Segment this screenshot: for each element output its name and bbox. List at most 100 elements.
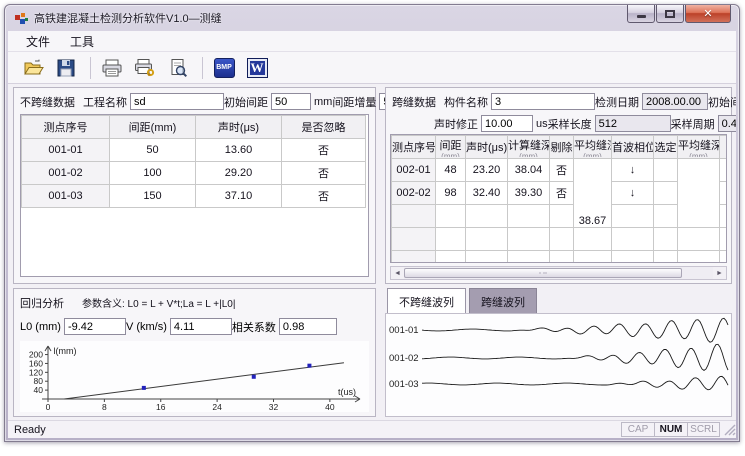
table-cell[interactable]: 否 bbox=[282, 139, 366, 162]
open-button[interactable] bbox=[18, 55, 48, 81]
table-row[interactable]: 001-0315037.10否 bbox=[22, 185, 366, 208]
scrollbar-thumb[interactable] bbox=[404, 268, 682, 278]
table-cell[interactable] bbox=[574, 251, 612, 264]
column-header[interactable]: 计算缝深(mm) bbox=[508, 136, 550, 159]
table-cell[interactable]: 100 bbox=[110, 162, 196, 185]
table-row[interactable]: 001-0210029.20否 bbox=[22, 162, 366, 185]
table-cell[interactable]: 48 bbox=[436, 159, 466, 182]
table-cell[interactable] bbox=[720, 251, 728, 264]
table-cell[interactable] bbox=[392, 228, 436, 251]
table-cell[interactable]: 98 bbox=[436, 182, 466, 205]
table-cell[interactable]: 001-03 bbox=[22, 185, 110, 208]
table-cell[interactable] bbox=[392, 251, 436, 264]
table-cell[interactable] bbox=[550, 251, 574, 264]
minimize-button[interactable] bbox=[627, 5, 655, 23]
table-cell[interactable]: 38.04 bbox=[508, 159, 550, 182]
table-cell[interactable]: 002-01 bbox=[392, 159, 436, 182]
table-row[interactable]: 001-015013.60否 bbox=[22, 139, 366, 162]
component-name-input[interactable] bbox=[491, 93, 595, 110]
table-cell[interactable]: 13.60 bbox=[196, 139, 282, 162]
table-cell[interactable] bbox=[508, 205, 550, 228]
scroll-right-arrow[interactable]: ► bbox=[713, 267, 726, 279]
table-row[interactable] bbox=[392, 228, 728, 251]
table-cell[interactable] bbox=[720, 182, 728, 205]
column-header[interactable]: 声时(μs) bbox=[466, 136, 508, 159]
table-cell[interactable]: 否 bbox=[282, 185, 366, 208]
menu-tools[interactable]: 工具 bbox=[62, 31, 102, 52]
table-cell[interactable] bbox=[678, 251, 720, 264]
column-header[interactable]: 选定 bbox=[654, 136, 678, 159]
table-cell[interactable] bbox=[720, 228, 728, 251]
table-cell[interactable] bbox=[550, 228, 574, 251]
table-cell[interactable] bbox=[466, 251, 508, 264]
sample-length-input[interactable] bbox=[595, 115, 671, 132]
table-cell[interactable] bbox=[654, 205, 678, 228]
table-cell[interactable] bbox=[612, 228, 654, 251]
table-row[interactable] bbox=[392, 251, 728, 264]
table-cell[interactable]: 150 bbox=[110, 185, 196, 208]
table-cell[interactable]: 38.67 bbox=[574, 159, 612, 228]
print-button[interactable] bbox=[97, 55, 127, 81]
table-cell[interactable] bbox=[508, 228, 550, 251]
table-cell[interactable] bbox=[436, 251, 466, 264]
column-header[interactable]: 平均缝深(mm) bbox=[678, 136, 720, 159]
table-cell[interactable]: 37.10 bbox=[196, 185, 282, 208]
tab-cross-waves[interactable]: 跨缝波列 bbox=[469, 288, 537, 316]
table-cell[interactable]: ↓ bbox=[612, 159, 654, 182]
table-row[interactable] bbox=[392, 205, 728, 228]
table-cell[interactable]: 001-02 bbox=[22, 162, 110, 185]
column-header[interactable]: 测点序号 bbox=[22, 116, 110, 139]
table-cell[interactable] bbox=[654, 228, 678, 251]
time-correction-input[interactable] bbox=[481, 115, 533, 132]
export-bmp-button[interactable]: BMP bbox=[209, 55, 239, 81]
table-cell[interactable] bbox=[392, 205, 436, 228]
table-cell[interactable] bbox=[550, 205, 574, 228]
table-cell[interactable]: 否 bbox=[550, 182, 574, 205]
project-name-input[interactable] bbox=[130, 93, 224, 110]
column-header[interactable]: 间距(mm) bbox=[110, 116, 196, 139]
table-cell[interactable] bbox=[654, 182, 678, 205]
column-header[interactable]: 测点序号 bbox=[392, 136, 436, 159]
horizontal-scrollbar[interactable]: ◄ ► bbox=[390, 266, 727, 280]
title-bar[interactable]: 高铁建混凝土检测分析软件V1.0—测缝 ✕ bbox=[5, 5, 739, 31]
column-header[interactable]: 剔除 bbox=[550, 136, 574, 159]
table-cell[interactable] bbox=[720, 205, 728, 228]
column-header[interactable]: 声时(μs) bbox=[196, 116, 282, 139]
sample-period-input[interactable] bbox=[718, 115, 736, 132]
resize-grip[interactable] bbox=[722, 422, 736, 437]
tab-no-cross-waves[interactable]: 不跨缝波列 bbox=[387, 288, 466, 316]
maximize-button[interactable] bbox=[656, 5, 684, 23]
column-header[interactable]: 平均缝深(mm) bbox=[574, 136, 612, 159]
table-cell[interactable]: 否 bbox=[550, 159, 574, 182]
scrollbar-track[interactable] bbox=[682, 267, 713, 279]
table-cell[interactable] bbox=[612, 205, 654, 228]
scroll-left-arrow[interactable]: ◄ bbox=[391, 267, 404, 279]
table-cell[interactable] bbox=[612, 251, 654, 264]
table-cell[interactable] bbox=[654, 251, 678, 264]
table-cell[interactable] bbox=[436, 228, 466, 251]
table-row[interactable]: 002-014823.2038.04否38.67↓ bbox=[392, 159, 728, 182]
menu-file[interactable]: 文件 bbox=[18, 31, 58, 52]
table-cell[interactable]: 39.30 bbox=[508, 182, 550, 205]
table-cell[interactable] bbox=[720, 159, 728, 182]
column-header[interactable] bbox=[720, 136, 728, 159]
column-header[interactable]: 间距(mm) bbox=[436, 136, 466, 159]
table-cell[interactable]: 50 bbox=[110, 139, 196, 162]
table-cell[interactable] bbox=[436, 205, 466, 228]
save-button[interactable] bbox=[51, 55, 81, 81]
table-cell[interactable]: ↓ bbox=[612, 182, 654, 205]
table-cell[interactable] bbox=[508, 251, 550, 264]
test-date-input[interactable] bbox=[642, 93, 708, 110]
init-spacing-input[interactable] bbox=[271, 93, 311, 110]
table-cell[interactable] bbox=[654, 159, 678, 182]
column-header[interactable]: 首波相位 bbox=[612, 136, 654, 159]
table-cell[interactable]: 002-02 bbox=[392, 182, 436, 205]
l0-input[interactable] bbox=[64, 318, 126, 335]
table-cell[interactable] bbox=[678, 159, 720, 228]
table-cell[interactable] bbox=[466, 205, 508, 228]
table-row[interactable]: 002-029832.4039.30否↓ bbox=[392, 182, 728, 205]
table-cell[interactable]: 23.20 bbox=[466, 159, 508, 182]
correlation-input[interactable] bbox=[279, 318, 337, 335]
table-cell[interactable]: 29.20 bbox=[196, 162, 282, 185]
table-cell[interactable] bbox=[466, 228, 508, 251]
